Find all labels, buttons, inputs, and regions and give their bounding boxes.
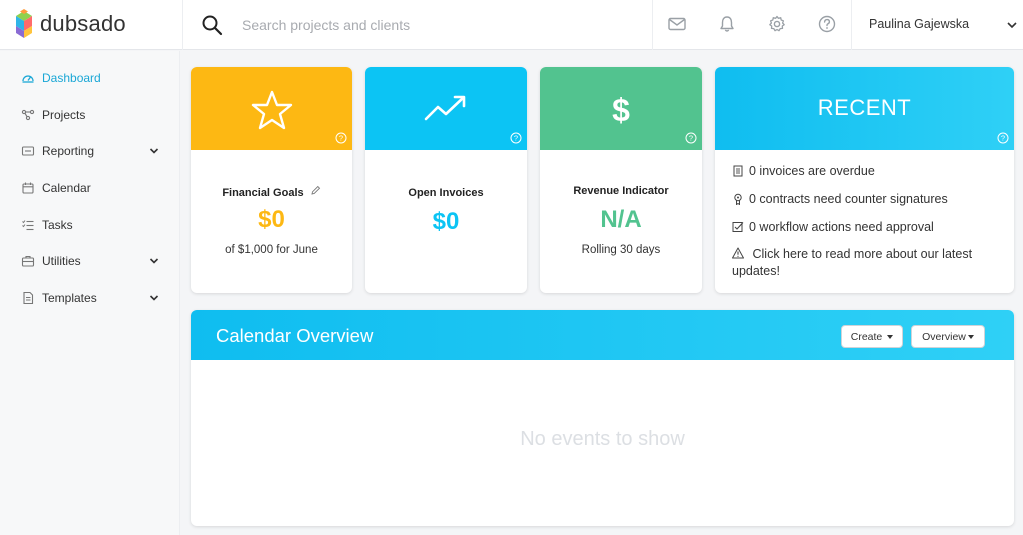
projects-icon: [21, 109, 35, 121]
card-value: $0: [432, 208, 460, 235]
card-value: $0: [258, 206, 285, 233]
card-header: $ ?: [540, 67, 702, 150]
svg-text:$: $: [612, 92, 630, 127]
recent-title: RECENT: [817, 95, 912, 120]
card-title: Open Invoices: [408, 187, 484, 199]
user-name[interactable]: Paulina Gajewska: [869, 17, 969, 31]
top-bar: dubsado Paulina Gajewska: [0, 0, 1023, 50]
card-title: Financial Goals: [222, 187, 304, 199]
sidebar-item-label: Templates: [42, 291, 97, 305]
pencil-icon[interactable]: [310, 185, 321, 196]
recent-item-text: 0 contracts need counter signatures: [749, 192, 948, 206]
chevron-down-icon[interactable]: [148, 145, 160, 157]
help-icon[interactable]: ?: [685, 132, 697, 144]
chevron-down-icon[interactable]: [148, 255, 160, 267]
calendar-title: Calendar Overview: [216, 325, 374, 346]
divider: [182, 0, 183, 50]
card-subtitle: of $1,000 for June: [225, 244, 318, 256]
app-name: dubsado: [40, 11, 126, 36]
card-header: ?: [365, 67, 527, 150]
card-value: N/A: [600, 206, 642, 233]
card-title-row: Financial Goals: [191, 185, 352, 199]
sidebar-item-dashboard[interactable]: Dashboard: [0, 66, 180, 90]
help-icon[interactable]: ?: [997, 132, 1009, 144]
recent-item-updates[interactable]: Click here to read more about our latest…: [732, 246, 982, 280]
create-button[interactable]: Create: [841, 325, 903, 348]
trend-up-icon: [424, 95, 466, 121]
create-button-label: Create: [850, 330, 883, 343]
empty-state-text: No events to show: [520, 428, 685, 450]
help-icon[interactable]: ?: [510, 132, 522, 144]
sidebar-item-calendar[interactable]: Calendar: [0, 176, 180, 200]
divider: [851, 0, 852, 50]
reporting-icon: [21, 146, 35, 156]
recent-item-workflow[interactable]: 0 workflow actions need approval: [732, 220, 934, 234]
chevron-down-icon[interactable]: [1005, 18, 1019, 32]
bell-icon[interactable]: [717, 14, 737, 34]
sidebar-item-reporting[interactable]: Reporting: [0, 139, 180, 163]
help-icon[interactable]: [817, 14, 837, 34]
gear-icon[interactable]: [767, 14, 787, 34]
card-header: ?: [191, 67, 352, 150]
svg-text:?: ?: [339, 134, 343, 143]
financial-goals-card[interactable]: ? Financial Goals $0 of $1,000 for June: [191, 67, 352, 293]
calendar-header: Calendar Overview Create Overview: [191, 310, 1014, 360]
sidebar-item-label: Projects: [42, 108, 86, 122]
view-dropdown[interactable]: Overview: [911, 325, 985, 348]
caret-down-icon: [967, 334, 974, 339]
checkbox-icon: [732, 222, 744, 232]
chevron-down-icon[interactable]: [148, 292, 160, 304]
recent-card: RECENT ? 0 invoices are overdue 0 contra…: [715, 67, 1014, 293]
recent-item-invoices[interactable]: 0 invoices are overdue: [732, 164, 875, 178]
dubsado-logo-icon: [16, 9, 32, 38]
sidebar-item-label: Calendar: [42, 181, 91, 195]
caret-down-icon: [887, 334, 894, 339]
mail-icon[interactable]: [667, 14, 687, 34]
search-icon[interactable]: [201, 14, 223, 36]
svg-text:?: ?: [1001, 134, 1005, 143]
utilities-icon: [21, 255, 35, 267]
divider: [652, 0, 653, 50]
revenue-indicator-card[interactable]: $ ? Revenue Indicator N/A Rolling 30 day…: [540, 67, 702, 293]
card-title: Revenue Indicator: [573, 185, 669, 197]
sidebar-item-tasks[interactable]: Tasks: [0, 213, 180, 237]
dashboard-icon: [22, 75, 34, 83]
sidebar-item-utilities[interactable]: Utilities: [0, 249, 180, 273]
recent-item-contracts[interactable]: 0 contracts need counter signatures: [732, 192, 948, 206]
sidebar-item-label: Utilities: [42, 254, 81, 268]
card-header: RECENT ?: [715, 67, 1014, 150]
svg-text:?: ?: [514, 134, 518, 143]
svg-text:?: ?: [689, 134, 693, 143]
templates-icon: [23, 291, 34, 305]
sidebar-item-label: Tasks: [42, 218, 73, 232]
open-invoices-card[interactable]: ? Open Invoices $0: [365, 67, 527, 293]
card-subtitle: Rolling 30 days: [581, 244, 661, 256]
sidebar-item-label: Reporting: [42, 144, 95, 158]
sidebar-item-label: Dashboard: [42, 71, 101, 85]
recent-item-text: 0 workflow actions need approval: [749, 220, 934, 234]
badge-icon: [734, 193, 742, 205]
sidebar-item-projects[interactable]: Projects: [0, 103, 180, 127]
tasks-icon: [22, 220, 34, 231]
sidebar-item-templates[interactable]: Templates: [0, 286, 180, 310]
calendar-overview: Calendar Overview Create Overview No eve…: [191, 310, 1014, 526]
search-input[interactable]: [242, 13, 622, 37]
star-icon: [251, 90, 292, 130]
recent-item-text: Click here to read more about our latest…: [732, 247, 973, 278]
invoice-icon: [733, 165, 743, 177]
dollar-icon: $: [612, 92, 630, 127]
view-dropdown-label: Overview: [922, 330, 966, 343]
sidebar: Dashboard Projects Reporting Calendar Ta…: [0, 51, 180, 535]
app-logo[interactable]: dubsado: [14, 8, 126, 40]
calendar-icon: [22, 182, 34, 194]
warning-icon: [732, 247, 744, 259]
help-icon[interactable]: ?: [335, 132, 347, 144]
recent-item-text: 0 invoices are overdue: [749, 164, 875, 178]
